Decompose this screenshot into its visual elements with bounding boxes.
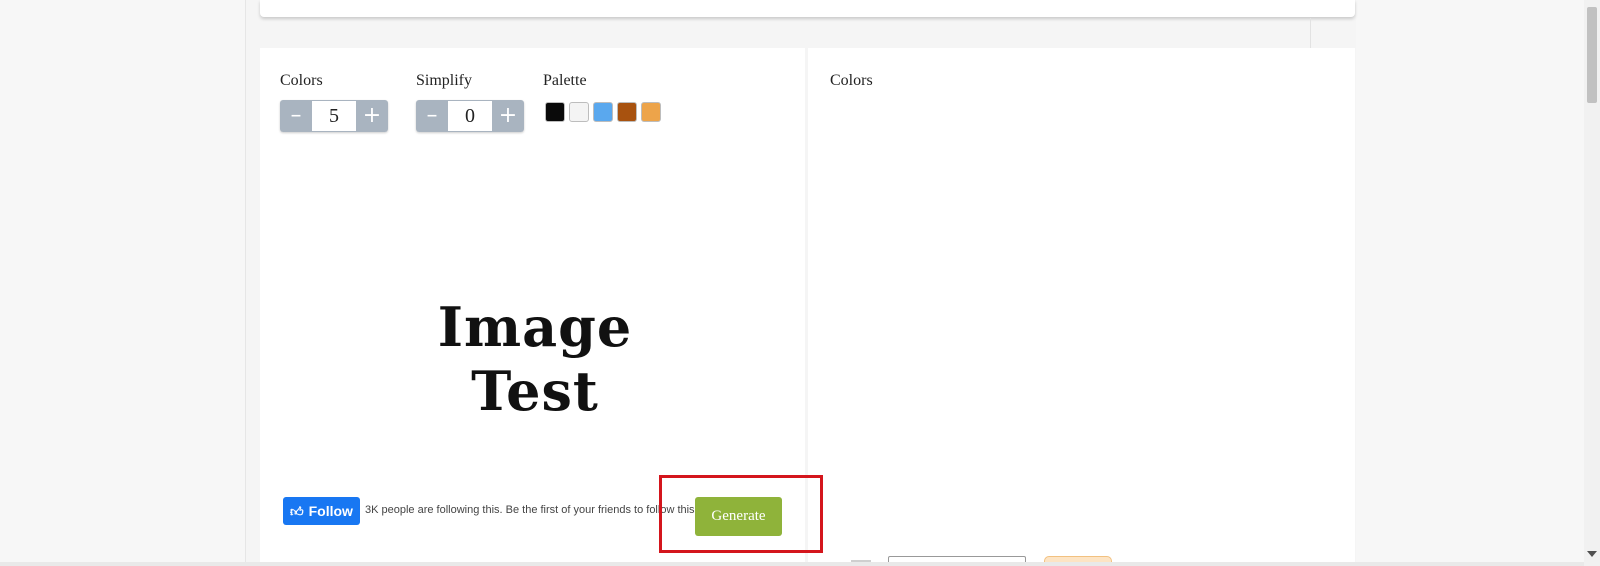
preview-image-text: Image Test xyxy=(437,295,633,423)
colors-value[interactable]: 5 xyxy=(312,100,356,132)
facebook-follow-button[interactable]: 👍︎ Follow xyxy=(283,497,360,525)
bottom-bar xyxy=(0,562,1584,566)
highlight-annotation-box xyxy=(659,475,823,553)
top-card xyxy=(260,0,1355,17)
simplify-decrement-button[interactable]: – xyxy=(416,100,448,132)
palette-swatch[interactable] xyxy=(617,102,637,122)
page: Colors – 5 + Simplify – 0 + Palette Imag… xyxy=(0,0,1600,566)
facebook-follow-text: 3K people are following this. Be the fir… xyxy=(365,504,698,516)
palette-swatch[interactable] xyxy=(545,102,565,122)
follow-label: Follow xyxy=(308,503,353,519)
simplify-stepper: – 0 + xyxy=(416,100,524,132)
simplify-label: Simplify xyxy=(416,72,473,89)
colors-stepper: – 5 + xyxy=(280,100,388,132)
divider xyxy=(1310,18,1311,48)
simplify-value[interactable]: 0 xyxy=(448,100,492,132)
colors-decrement-button[interactable]: – xyxy=(280,100,312,132)
right-colors-label: Colors xyxy=(830,72,873,89)
colors-panel xyxy=(808,48,1355,566)
scrollbar-thumb[interactable] xyxy=(1587,7,1597,103)
scroll-down-arrow-icon[interactable] xyxy=(1587,551,1597,557)
palette-label: Palette xyxy=(543,72,587,89)
simplify-increment-button[interactable]: + xyxy=(492,100,524,132)
colors-increment-button[interactable]: + xyxy=(356,100,388,132)
palette-swatch[interactable] xyxy=(569,102,589,122)
colors-label: Colors xyxy=(280,72,323,89)
left-gutter xyxy=(0,0,245,566)
palette-swatches xyxy=(545,102,661,122)
thumbs-up-icon: 👍︎ xyxy=(290,503,304,519)
palette-swatch[interactable] xyxy=(641,102,661,122)
palette-swatch[interactable] xyxy=(593,102,613,122)
